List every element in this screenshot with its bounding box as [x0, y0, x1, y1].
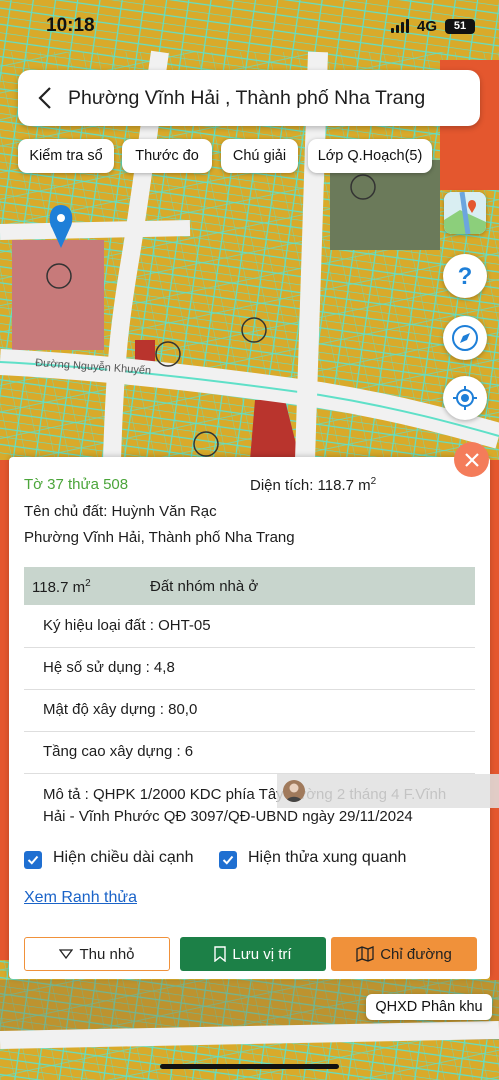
- check-icon: [222, 855, 234, 865]
- help-icon: ?: [458, 263, 473, 289]
- collapse-button[interactable]: Thu nhỏ: [24, 937, 170, 971]
- collapse-label: Thu nhỏ: [79, 945, 135, 963]
- map-icon: [356, 946, 374, 962]
- status-time: 10:18: [46, 15, 95, 36]
- check-icon: [27, 855, 39, 865]
- page-title: Phường Vĩnh Hải , Thành phố Nha Trang: [68, 86, 426, 109]
- locate-button[interactable]: [443, 376, 487, 420]
- triangle-down-icon: [59, 949, 74, 959]
- satellite-layer-icon: [444, 192, 486, 234]
- location-header: Phường Vĩnh Hải , Thành phố Nha Trang: [18, 70, 480, 126]
- table-row: Mật độ xây dựng : 80,0: [24, 689, 475, 732]
- close-panel-button[interactable]: [454, 442, 489, 477]
- zone-badge[interactable]: QHXD Phân khu: [366, 994, 492, 1020]
- checkbox-edges[interactable]: [24, 851, 42, 869]
- checkbox-neighbors-label: Hiện thửa xung quanh: [248, 849, 407, 866]
- table-area: 118.7 m2: [32, 578, 91, 596]
- ruler-button[interactable]: Thước đo: [122, 139, 212, 173]
- person-icon: [286, 783, 302, 802]
- description-line: Hải - Vĩnh Phước QĐ 3097/QĐ-UBND ngày 29…: [43, 808, 413, 825]
- checkbox-neighbors[interactable]: [219, 851, 237, 869]
- close-icon: [464, 452, 479, 467]
- save-label: Lưu vị trí: [232, 945, 292, 963]
- area-label: Diện tích: 118.7 m2: [250, 476, 377, 494]
- floating-video-bubble[interactable]: [277, 774, 499, 808]
- network-type: 4G: [416, 17, 437, 35]
- table-row: Ký hiệu loại đất : OHT-05: [24, 605, 475, 648]
- locate-icon: [453, 386, 477, 410]
- legend-button[interactable]: Chú giải: [221, 139, 298, 173]
- check-certificate-button[interactable]: Kiểm tra sổ: [18, 139, 114, 173]
- compass-icon: [452, 325, 478, 351]
- chevron-left-icon: [38, 87, 51, 109]
- parcel-info-panel: Tờ 37 thửa 508 Diện tích: 118.7 m2 Tên c…: [9, 457, 490, 979]
- table-row: Tầng cao xây dựng : 6: [24, 731, 475, 774]
- back-button[interactable]: [32, 83, 58, 113]
- table-row: Hệ số sử dụng : 4,8: [24, 647, 475, 690]
- avatar[interactable]: [283, 780, 305, 802]
- planning-layers-button[interactable]: Lớp Q.Hoạch(5): [308, 139, 432, 173]
- parcel-number: Tờ 37 thửa 508: [24, 476, 129, 493]
- battery-icon: 51: [445, 18, 475, 34]
- directions-button[interactable]: Chỉ đường: [331, 937, 477, 971]
- compass-button[interactable]: [443, 316, 487, 360]
- usage-ratio: Hệ số sử dụng : 4,8: [43, 659, 175, 676]
- land-code: Ký hiệu loại đất : OHT-05: [43, 617, 211, 634]
- battery-level: 51: [453, 20, 467, 32]
- building-density: Mật độ xây dựng : 80,0: [43, 701, 198, 718]
- parcel-address: Phường Vĩnh Hải, Thành phố Nha Trang: [24, 529, 295, 546]
- table-header: 118.7 m2 Đất nhóm nhà ở: [24, 567, 475, 605]
- signal-icon: [390, 19, 409, 33]
- home-indicator[interactable]: [160, 1064, 339, 1069]
- status-bar: 10:18 4G 51: [0, 0, 499, 52]
- land-group: Đất nhóm nhà ở: [150, 578, 259, 595]
- help-button[interactable]: ?: [443, 254, 487, 298]
- checkbox-edges-label: Hiện chiều dài cạnh: [53, 849, 194, 866]
- save-location-button[interactable]: Lưu vị trí: [180, 937, 326, 971]
- owner-name: Tên chủ đất: Huỳnh Văn Rạc: [24, 503, 217, 520]
- view-boundary-link[interactable]: Xem Ranh thửa: [24, 889, 137, 907]
- svg-text:?: ?: [458, 263, 473, 289]
- bookmark-icon: [214, 946, 227, 962]
- building-height: Tầng cao xây dựng : 6: [43, 743, 194, 760]
- satellite-layer-button[interactable]: [444, 192, 486, 234]
- directions-label: Chỉ đường: [380, 945, 452, 963]
